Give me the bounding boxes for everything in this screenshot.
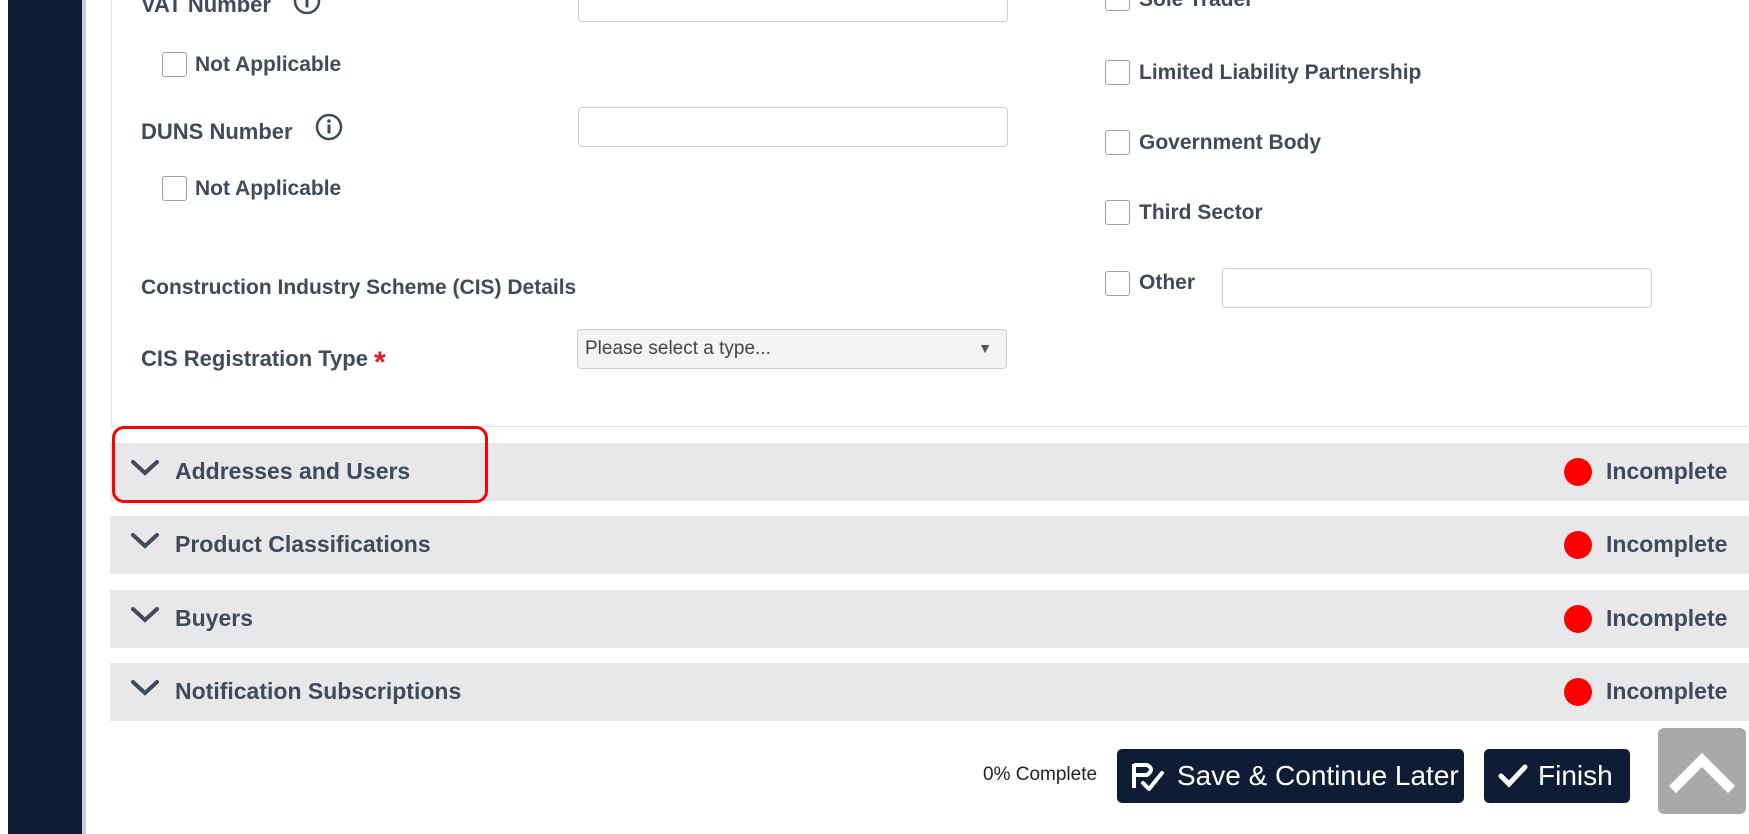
- page-edge: [0, 0, 8, 834]
- save-continue-icon: [1132, 763, 1164, 791]
- status-dot-icon: [1564, 531, 1592, 559]
- highlight-box: [112, 426, 488, 503]
- cis-details-heading: Construction Industry Scheme (CIS) Detai…: [141, 276, 577, 299]
- cis-registration-type-text: CIS Registration Type: [141, 346, 368, 371]
- chevron-down-icon: [131, 680, 159, 696]
- section-buyers[interactable]: Buyers Incomplete: [110, 590, 1749, 648]
- info-icon[interactable]: [314, 112, 344, 142]
- llp-label: Limited Liability Partnership: [1139, 61, 1422, 84]
- status-dot-icon: [1564, 678, 1592, 706]
- chevron-down-icon: [131, 533, 159, 549]
- scroll-to-top-button[interactable]: [1658, 728, 1746, 814]
- section-status: Incomplete: [1606, 678, 1728, 704]
- progress-text: 0% Complete: [983, 764, 1098, 785]
- section-status: Incomplete: [1606, 458, 1728, 484]
- llp-checkbox[interactable]: [1105, 60, 1130, 85]
- other-checkbox[interactable]: [1105, 271, 1130, 296]
- duns-not-applicable-checkbox[interactable]: [162, 176, 187, 201]
- duns-number-input[interactable]: [578, 107, 1008, 147]
- duns-number-label: DUNS Number: [141, 119, 293, 144]
- status-dot-icon: [1564, 605, 1592, 633]
- save-continue-later-label: Save & Continue Later: [1177, 760, 1459, 791]
- chevron-up-icon: [1668, 752, 1736, 794]
- section-title: Buyers: [175, 605, 253, 631]
- vat-number-label: VAT Number: [141, 0, 271, 17]
- required-marker: *: [373, 346, 386, 379]
- sidebar: [8, 0, 82, 834]
- vat-number-input[interactable]: [578, 0, 1008, 22]
- dropdown-arrow-icon: ▼: [978, 340, 992, 356]
- section-product-classifications[interactable]: Product Classifications Incomplete: [110, 516, 1749, 574]
- section-status: Incomplete: [1606, 531, 1728, 557]
- info-icon[interactable]: [292, 0, 322, 16]
- cis-registration-type-select[interactable]: Please select a type... ▼: [577, 329, 1007, 369]
- vat-not-applicable-checkbox[interactable]: [162, 52, 187, 77]
- status-dot-icon: [1564, 458, 1592, 486]
- section-notification-subscriptions[interactable]: Notification Subscriptions Incomplete: [110, 663, 1749, 721]
- section-status: Incomplete: [1606, 605, 1728, 631]
- third-sector-label: Third Sector: [1139, 201, 1263, 224]
- vat-not-applicable-label: Not Applicable: [195, 53, 342, 76]
- sole-trader-label: Sole Trader: [1139, 0, 1253, 12]
- cis-registration-type-label: CIS Registration Type *: [141, 340, 386, 379]
- section-title: Notification Subscriptions: [175, 678, 462, 704]
- finish-label: Finish: [1538, 760, 1613, 791]
- section-title: Product Classifications: [175, 531, 431, 557]
- third-sector-checkbox[interactable]: [1105, 200, 1130, 225]
- other-label: Other: [1139, 271, 1196, 294]
- save-continue-later-button[interactable]: Save & Continue Later: [1117, 749, 1464, 803]
- chevron-down-icon: [131, 607, 159, 623]
- check-icon: [1498, 764, 1528, 788]
- sidebar-border: [82, 0, 86, 834]
- government-body-label: Government Body: [1139, 131, 1322, 154]
- other-org-type-input[interactable]: [1222, 268, 1652, 308]
- duns-not-applicable-label: Not Applicable: [195, 177, 342, 200]
- cis-registration-type-value: Please select a type...: [585, 338, 771, 359]
- sole-trader-checkbox[interactable]: [1105, 0, 1130, 11]
- finish-button[interactable]: Finish: [1484, 749, 1630, 803]
- government-body-checkbox[interactable]: [1105, 130, 1130, 155]
